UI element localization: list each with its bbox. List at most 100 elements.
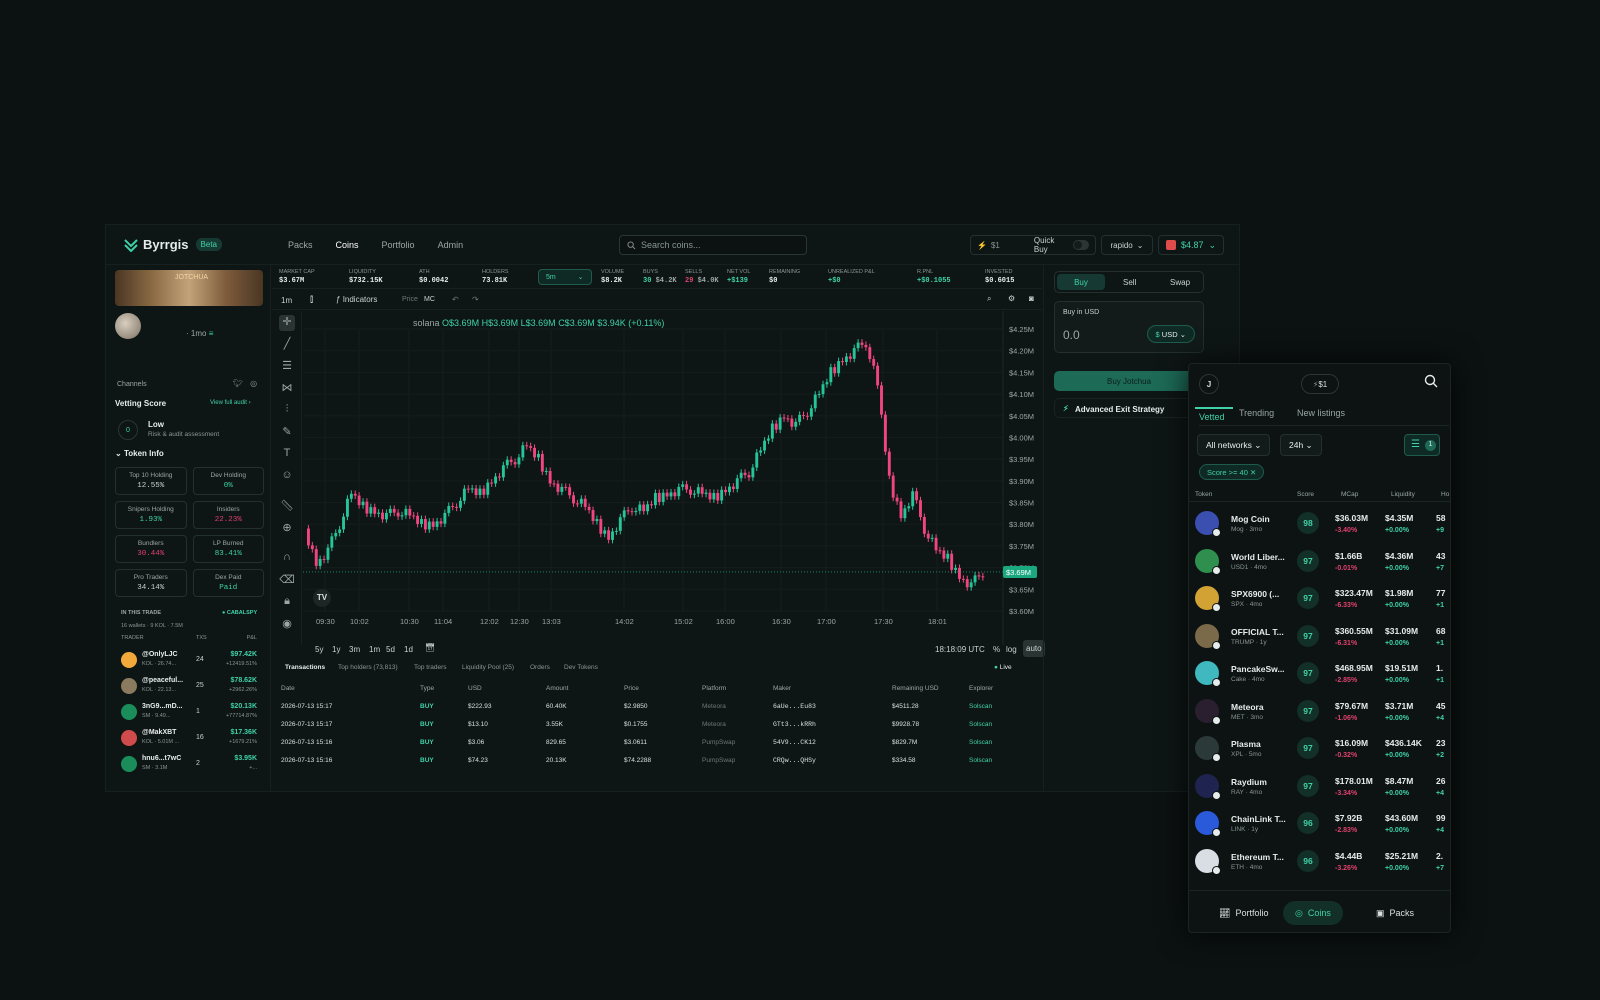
list-item[interactable]: Raydium RAY · 4mo 97 $178.01M -3.34% $8.47M +0…: [1189, 767, 1450, 805]
range-button[interactable]: 5d: [386, 645, 395, 654]
buy-button[interactable]: Buy Jotchua: [1054, 371, 1204, 391]
interval-button[interactable]: 1m: [281, 296, 292, 305]
trader-row[interactable]: hnu6...t7wC SM · 3.1M 2 $3.95K +...: [121, 753, 257, 777]
eraser-icon[interactable]: ⌫: [279, 573, 295, 589]
trend-line-icon[interactable]: ╱: [279, 337, 295, 353]
cabalspy-link[interactable]: ● CABALSPY: [222, 610, 257, 616]
col-score[interactable]: Score: [1297, 491, 1314, 498]
table-row[interactable]: 2026-07-13 15:16 BUY $74.23 20.13K $74.2288 P…: [272, 753, 1042, 769]
timeframe-select[interactable]: 5m ⌄: [538, 269, 592, 285]
table-row[interactable]: 2026-07-13 15:17 BUY $222.93 60.40K $2.9850 M…: [272, 699, 1042, 715]
nav-packs[interactable]: Packs: [288, 240, 313, 250]
list-item[interactable]: PancakeSw... Cake · 4mo 97 $468.95M -2.85% $1…: [1189, 654, 1450, 692]
buy-tab[interactable]: Buy: [1057, 274, 1105, 290]
zoom-icon[interactable]: ⌕: [987, 294, 991, 304]
range-button[interactable]: 1d: [404, 645, 413, 654]
tab-new-listings[interactable]: New listings: [1297, 408, 1345, 418]
nav-portfolio[interactable]: Portfolio: [382, 240, 415, 250]
settings-icon[interactable]: ⚙︎: [1008, 294, 1015, 303]
list-item[interactable]: ChainLink T... LINK · 1y 96 $7.92B -2.83% $43…: [1189, 804, 1450, 842]
list-item[interactable]: SPX6900 (... SPX · 4mo 97 $323.47M -6.33% $1.…: [1189, 579, 1450, 617]
range-button[interactable]: 1m: [369, 645, 380, 654]
col-holders[interactable]: Ho: [1441, 491, 1449, 498]
nav-portfolio[interactable]: 📈︎ Portfolio: [1207, 901, 1280, 925]
redo-icon[interactable]: ↷: [472, 295, 479, 304]
pattern-icon[interactable]: ⋈: [279, 381, 295, 397]
profile-avatar[interactable]: J: [1199, 374, 1219, 394]
search-input[interactable]: Search coins...: [619, 235, 807, 255]
col-mcap[interactable]: MCap: [1341, 491, 1358, 498]
swap-tab[interactable]: Swap: [1170, 278, 1190, 287]
price-toggle[interactable]: Price: [402, 296, 418, 303]
lock-icon[interactable]: 🔒︎: [279, 595, 295, 611]
table-row[interactable]: 2026-07-13 15:16 BUY $3.06 829.65 $3.0611 Pum…: [272, 735, 1042, 751]
zoom-in-icon[interactable]: ⊕: [279, 521, 295, 537]
text-icon[interactable]: T: [279, 447, 295, 463]
quick-buy-amount[interactable]: ⚡︎$1: [1301, 374, 1339, 394]
col-token[interactable]: Token: [1195, 491, 1212, 498]
tx-cell[interactable]: Solscan: [969, 757, 992, 764]
camera-icon[interactable]: ◙: [1029, 294, 1034, 303]
search-icon[interactable]: [1424, 374, 1438, 388]
range-button[interactable]: 3m: [349, 645, 360, 654]
quick-buy[interactable]: ⚡ $1 Quick Buy: [970, 235, 1096, 255]
tx-tab[interactable]: Transactions: [285, 664, 325, 671]
sell-tab[interactable]: Sell: [1123, 278, 1136, 287]
list-item[interactable]: World Liber... USD1 · 4mo 97 $1.66B -0.01% $4…: [1189, 542, 1450, 580]
list-item[interactable]: OFFICIAL T... TRUMP · 1y 97 $360.55M -6.31% $…: [1189, 617, 1450, 655]
magnet-icon[interactable]: ∩: [279, 551, 295, 567]
range-button[interactable]: 5y: [315, 645, 323, 654]
score-filter-chip[interactable]: Score >= 40 ✕: [1199, 464, 1265, 480]
levels-icon[interactable]: ⫶: [279, 403, 295, 419]
list-item[interactable]: Meteora MET · 3mo 97 $79.67M -1.06% $3.71M +0.…: [1189, 692, 1450, 730]
brush-icon[interactable]: ✎: [279, 425, 295, 441]
undo-icon[interactable]: ↶: [452, 295, 459, 304]
tx-cell[interactable]: Solscan: [969, 703, 992, 710]
crosshair-icon[interactable]: ✛: [279, 315, 295, 331]
tx-tab[interactable]: Orders: [530, 664, 550, 671]
col-liquidity[interactable]: Liquidity: [1391, 491, 1415, 498]
eye-icon[interactable]: ◉: [279, 617, 295, 633]
table-row[interactable]: 2026-07-13 15:17 BUY $13.10 3.55K $0.1755 Met…: [272, 717, 1042, 733]
candlestick-chart[interactable]: $4.25M $4.20M $4.15M $4.10M $4.05M $4.00M $3.9…: [303, 311, 1043, 645]
trader-row[interactable]: 3nG9...mD... SM · 9.49... 1 $20.13K +77714.8…: [121, 701, 257, 725]
log-toggle[interactable]: log: [1006, 645, 1017, 654]
view-audit-link[interactable]: View full audit ›: [210, 400, 251, 406]
nav-admin[interactable]: Admin: [438, 240, 464, 250]
trader-row[interactable]: @OnlyLJC KOL · 26.74... 24 $97.42K +12419.51…: [121, 649, 257, 673]
nav-coins[interactable]: Coins: [336, 240, 359, 250]
tx-tab[interactable]: Top traders: [414, 664, 447, 671]
list-item[interactable]: Ethereum T... ETH · 4mo 96 $4.44B -3.26% $25.…: [1189, 842, 1450, 880]
trader-row[interactable]: @MakXBT KOL · 5.01M ... 16 $17.36K +1679.21%: [121, 727, 257, 751]
preset-select[interactable]: rapido ⌄: [1101, 235, 1153, 255]
emoji-icon[interactable]: ☺: [279, 469, 295, 485]
tx-tab[interactable]: Dev Tokens: [564, 664, 598, 671]
mc-toggle[interactable]: MC: [424, 296, 435, 303]
nav-packs[interactable]: ▣ Packs: [1364, 901, 1426, 925]
filter-button[interactable]: ☰ 1: [1404, 434, 1440, 456]
percent-toggle[interactable]: %: [993, 645, 1000, 654]
price-chart[interactable]: $4.25M $4.20M $4.15M $4.10M $4.05M $4.00M $3.9…: [303, 311, 1043, 645]
list-item[interactable]: Mog Coin Mog · 3mo 98 $36.03M -3.40% $4.35M +0…: [1189, 504, 1450, 542]
brand[interactable]: Byrrgis Beta: [124, 237, 222, 252]
tx-tab[interactable]: Liquidity Pool (25): [462, 664, 514, 671]
globe-icon[interactable]: ◎: [250, 379, 257, 388]
quick-buy-toggle[interactable]: [1072, 240, 1089, 250]
range-button[interactable]: 1y: [332, 645, 340, 654]
list-item[interactable]: Plasma XPL · 5mo 97 $16.09M -0.32% $436.14K +0…: [1189, 729, 1450, 767]
buy-amount-input[interactable]: 0.0: [1063, 328, 1080, 342]
network-select[interactable]: All networks ⌄: [1197, 434, 1271, 456]
advanced-exit-button[interactable]: ⚡︎ Advanced Exit Strategy: [1054, 398, 1204, 418]
tx-tab[interactable]: Top holders (73,813): [338, 664, 398, 671]
period-select[interactable]: 24h ⌄: [1280, 434, 1322, 456]
indicators-button[interactable]: ƒ Indicators: [336, 295, 377, 304]
nav-coins[interactable]: ◎ Coins: [1283, 901, 1343, 925]
calendar-icon[interactable]: 📅︎: [425, 643, 435, 652]
twitter-icon[interactable]: 🐦︎: [233, 379, 243, 388]
tx-cell[interactable]: Solscan: [969, 739, 992, 746]
candle-type-icon[interactable]: ⫾: [310, 294, 313, 305]
tx-cell[interactable]: Solscan: [969, 721, 992, 728]
wallet-balance[interactable]: $4.87 ⌄: [1158, 235, 1224, 255]
token-info-toggle[interactable]: ⌄ Token Info: [115, 449, 164, 458]
auto-toggle[interactable]: auto: [1023, 640, 1045, 657]
